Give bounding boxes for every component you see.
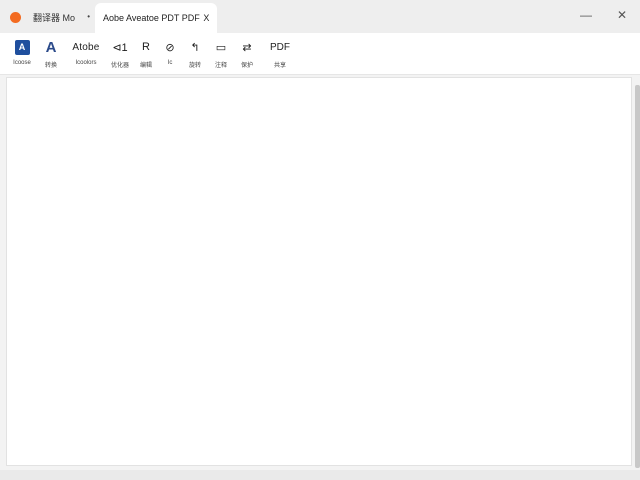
tool-share-label: 共享 xyxy=(273,63,286,69)
acrobat-text-icon: Atobe xyxy=(72,41,100,53)
tool-compress-label: Ic xyxy=(167,60,173,66)
tab-close-icon[interactable]: X xyxy=(200,13,213,23)
tab-home-label: 翻译器 Mo xyxy=(33,12,76,23)
vertical-scrollbar[interactable] xyxy=(635,85,640,468)
tool-convert-label: 转换 xyxy=(44,63,57,69)
tool-convert[interactable]: A 转换 xyxy=(34,38,68,72)
tool-edit-label: 编辑 xyxy=(139,63,152,69)
app-logo-icon xyxy=(10,11,21,23)
window-controls: — ✕ xyxy=(568,0,640,33)
tool-acrobat[interactable]: Atobe Icoolors xyxy=(69,38,103,72)
tool-protect[interactable]: ⇄ 保护 xyxy=(230,38,264,72)
optimize-icon: ⊲1 xyxy=(112,41,128,54)
compress-icon: ⊘ xyxy=(165,41,175,54)
tool-protect-label: 保护 xyxy=(240,63,253,69)
toolbar: A Icoose A 转换 Atobe Icoolors ⊲1 优化器 R 编辑… xyxy=(0,33,640,75)
close-window-button[interactable]: ✕ xyxy=(604,0,640,30)
acrobat-icon: A xyxy=(45,38,57,56)
create-pdf-icon: A xyxy=(14,39,30,55)
document-area xyxy=(0,75,640,480)
tab-document-label: Aobe Aveatoe PDT PDF xyxy=(103,13,200,23)
tool-share[interactable]: PDF 共享 xyxy=(263,38,297,72)
protect-icon: ⇄ xyxy=(242,41,252,54)
title-bar: 翻译器 Mo • Aobe Aveatoe PDT PDF X — ✕ xyxy=(0,0,640,33)
tab-document[interactable]: Aobe Aveatoe PDT PDF X xyxy=(95,3,217,33)
pdf-icon: PDF xyxy=(270,41,290,53)
status-bar xyxy=(0,470,640,480)
comment-icon: ▭ xyxy=(215,41,227,54)
document-page[interactable] xyxy=(6,77,632,466)
tool-rotate-label: 旋转 xyxy=(188,63,201,69)
minimize-button[interactable]: — xyxy=(568,0,604,30)
tool-optimize-label: 优化器 xyxy=(110,63,129,69)
tool-create-label: Icoose xyxy=(13,60,31,66)
tool-comment-label: 注释 xyxy=(214,63,227,69)
tool-acrobat-label: Icoolors xyxy=(75,60,97,66)
tab-menu-icon[interactable]: • xyxy=(87,12,90,21)
edit-icon: R xyxy=(142,41,150,53)
tab-home[interactable]: 翻译器 Mo • xyxy=(4,4,94,30)
rotate-icon: ↰ xyxy=(190,41,200,54)
